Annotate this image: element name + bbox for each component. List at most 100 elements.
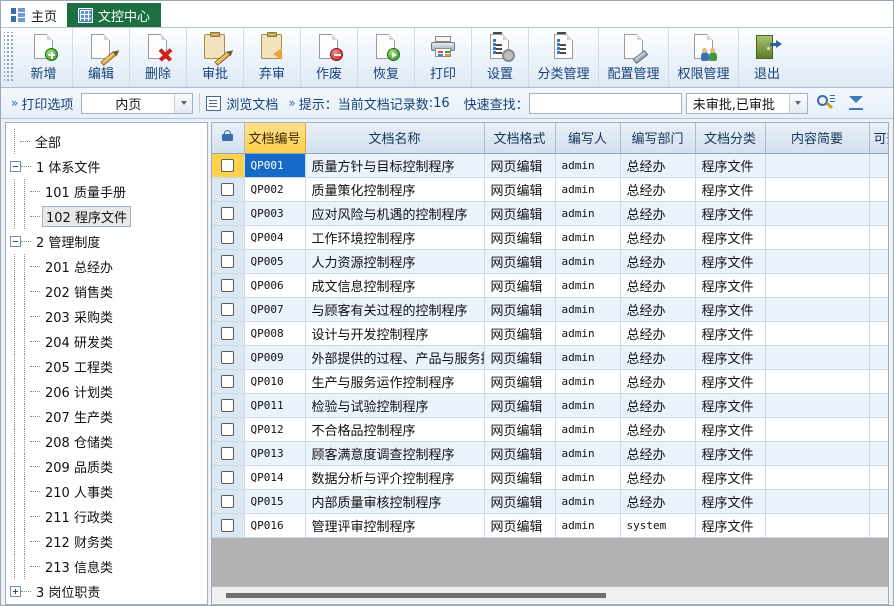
table-row[interactable]: QP014 数据分析与评介控制程序 网页编辑 admin 总经办 程序文件 — [212, 465, 888, 490]
row-checkbox-cell[interactable] — [212, 153, 245, 178]
table-row[interactable]: QP003 应对风险与机遇的控制程序 网页编辑 admin 总经办 程序文件 — [212, 201, 888, 226]
tree-node-0[interactable]: 全部 — [10, 129, 207, 154]
table-row[interactable]: QP007 与顾客有关过程的控制程序 网页编辑 admin 总经办 程序文件 — [212, 297, 888, 322]
toolbar-button-settings[interactable]: 设置 — [471, 28, 528, 87]
tree-node-15[interactable]: 211 行政类 — [10, 504, 207, 529]
toolbar-button-exit[interactable]: 退出 — [738, 28, 795, 87]
row-checkbox-cell[interactable] — [212, 393, 245, 418]
document-grid-scroll[interactable]: 文档编号 文档名称 文档格式 编写人 编写部门 文档分类 内容简要 可查 QP001质量方针与… — [212, 123, 888, 586]
row-checkbox-cell[interactable] — [212, 249, 245, 274]
table-row[interactable]: QP013 顾客满意度调查控制程序 网页编辑 admin 总经办 程序文件 — [212, 441, 888, 466]
chevron-down-icon-2[interactable] — [788, 93, 807, 113]
tree-node-3[interactable]: 102 程序文件 — [10, 204, 207, 229]
toolbar-button-void[interactable]: 作废 — [300, 28, 357, 87]
row-checkbox[interactable] — [221, 374, 235, 388]
row-checkbox-cell[interactable] — [212, 321, 245, 346]
table-row[interactable]: QP016 管理评审控制程序 网页编辑 admin system 程序文件 — [212, 513, 888, 538]
row-checkbox[interactable] — [221, 206, 235, 220]
tree-node-13[interactable]: 209 品质类 — [10, 454, 207, 479]
table-row[interactable]: QP004 工作环境控制程序 网页编辑 admin 总经办 程序文件 — [212, 225, 888, 250]
tree-node-2[interactable]: 101 质量手册 — [10, 179, 207, 204]
row-checkbox-cell[interactable] — [212, 225, 245, 250]
toolbar-button-unapprove[interactable]: 弃审 — [243, 28, 300, 87]
toolbar-button-new[interactable]: 新增 — [15, 28, 72, 87]
row-checkbox-cell[interactable] — [212, 489, 245, 514]
table-row[interactable]: QP005 人力资源控制程序 网页编辑 admin 总经办 程序文件 — [212, 249, 888, 274]
table-header-author[interactable]: 编写人 — [555, 123, 621, 154]
tree-node-14[interactable]: 210 人事类 — [10, 479, 207, 504]
tree-node-9[interactable]: 205 工程类 — [10, 354, 207, 379]
table-header-doc-format[interactable]: 文档格式 — [484, 123, 556, 154]
quick-find-input[interactable] — [528, 92, 682, 114]
row-checkbox[interactable] — [221, 518, 235, 532]
toolbar-button-edit[interactable]: 编辑 — [72, 28, 129, 87]
row-checkbox-cell[interactable] — [212, 369, 245, 394]
toolbar-button-permission-manage[interactable]: 权限管理 — [668, 28, 738, 87]
table-row[interactable]: QP011 检验与试验控制程序 网页编辑 admin 总经办 程序文件 — [212, 393, 888, 418]
table-row[interactable]: QP009外部提供的过程、产品与服务控制程序网页编辑admin总经办程序文件 — [212, 345, 888, 370]
row-checkbox-cell[interactable] — [212, 465, 245, 490]
tree-node-6[interactable]: 202 销售类 — [10, 279, 207, 304]
row-checkbox[interactable] — [221, 446, 235, 460]
row-checkbox-cell[interactable] — [212, 273, 245, 298]
tree-toggle-1[interactable] — [10, 161, 21, 172]
tree-node-4[interactable]: 2 管理制度 — [10, 229, 207, 254]
table-row[interactable]: QP006 成文信息控制程序 网页编辑 admin 总经办 程序文件 — [212, 273, 888, 298]
toolbar-button-restore[interactable]: 恢复 — [357, 28, 414, 87]
row-checkbox[interactable] — [221, 182, 235, 196]
toolbar-button-config-manage[interactable]: 配置管理 — [598, 28, 668, 87]
row-checkbox-cell[interactable] — [212, 513, 245, 538]
toolbar-grip[interactable] — [4, 32, 13, 83]
row-checkbox[interactable] — [221, 302, 235, 316]
row-checkbox[interactable] — [221, 230, 235, 244]
toolbar-button-category-manage[interactable]: 分类管理 — [528, 28, 598, 87]
table-row[interactable]: QP008 设计与开发控制程序 网页编辑 admin 总经办 程序文件 — [212, 321, 888, 346]
horizontal-scrollbar[interactable] — [212, 586, 888, 604]
download-arrow-icon[interactable] — [847, 94, 865, 112]
status-filter-select[interactable]: 未审批,已审批 — [685, 92, 808, 114]
table-header-summary[interactable]: 内容简要 — [765, 123, 870, 154]
row-checkbox[interactable] — [221, 494, 235, 508]
search-filter-icon[interactable] — [816, 94, 835, 112]
table-row[interactable]: QP002 质量策化控制程序 网页编辑 admin 总经办 程序文件 — [212, 177, 888, 202]
row-checkbox[interactable] — [221, 422, 235, 436]
row-checkbox[interactable] — [221, 278, 235, 292]
row-checkbox-cell[interactable] — [212, 177, 245, 202]
horizontal-scrollbar-thumb[interactable] — [226, 593, 606, 598]
tree-node-18[interactable]: 3 岗位职责 — [10, 579, 207, 604]
tree-toggle-18[interactable] — [10, 586, 21, 597]
tab-document-control-center[interactable]: 文控中心 — [67, 3, 162, 27]
tree-node-11[interactable]: 207 生产类 — [10, 404, 207, 429]
table-row[interactable]: QP015 内部质量审核控制程序 网页编辑 admin 总经办 程序文件 — [212, 489, 888, 514]
table-row[interactable]: QP001 质量方针与目标控制程序 网页编辑 admin 总经办 程序文件 — [212, 153, 888, 178]
tree-node-17[interactable]: 213 信息类 — [10, 554, 207, 579]
row-checkbox-cell[interactable] — [212, 345, 245, 370]
row-checkbox-cell[interactable] — [212, 441, 245, 466]
table-header-department[interactable]: 编写部门 — [620, 123, 696, 154]
tree-node-1[interactable]: 1 体系文件 — [10, 154, 207, 179]
table-header-viewable[interactable]: 可查 — [869, 123, 888, 154]
print-options-select[interactable]: 内页 — [81, 92, 194, 114]
table-header-doc-category[interactable]: 文档分类 — [695, 123, 766, 154]
toolbar-button-approve[interactable]: 审批 — [186, 28, 243, 87]
toolbar-button-delete[interactable]: 删除 — [129, 28, 186, 87]
row-checkbox-cell[interactable] — [212, 417, 245, 442]
tree-toggle-4[interactable] — [10, 236, 21, 247]
tree-node-16[interactable]: 212 财务类 — [10, 529, 207, 554]
browse-document-label[interactable]: 浏览文档 — [226, 94, 278, 113]
row-checkbox[interactable] — [221, 350, 235, 364]
tab-home[interactable]: 主页 — [1, 3, 67, 27]
chevron-down-icon[interactable] — [174, 93, 193, 113]
tree-node-10[interactable]: 206 计划类 — [10, 379, 207, 404]
row-checkbox-cell[interactable] — [212, 297, 245, 322]
tree-node-7[interactable]: 203 采购类 — [10, 304, 207, 329]
table-header-doc-no[interactable]: 文档编号 — [244, 123, 306, 154]
row-checkbox[interactable] — [221, 326, 235, 340]
row-checkbox-cell[interactable] — [212, 201, 245, 226]
table-row[interactable]: QP010 生产与服务运作控制程序 网页编辑 admin 总经办 程序文件 — [212, 369, 888, 394]
tree-node-12[interactable]: 208 仓储类 — [10, 429, 207, 454]
table-header-doc-name[interactable]: 文档名称 — [305, 123, 485, 154]
toolbar-button-print[interactable]: 打印 — [414, 28, 471, 87]
row-checkbox[interactable] — [221, 254, 235, 268]
tree-node-5[interactable]: 201 总经办 — [10, 254, 207, 279]
